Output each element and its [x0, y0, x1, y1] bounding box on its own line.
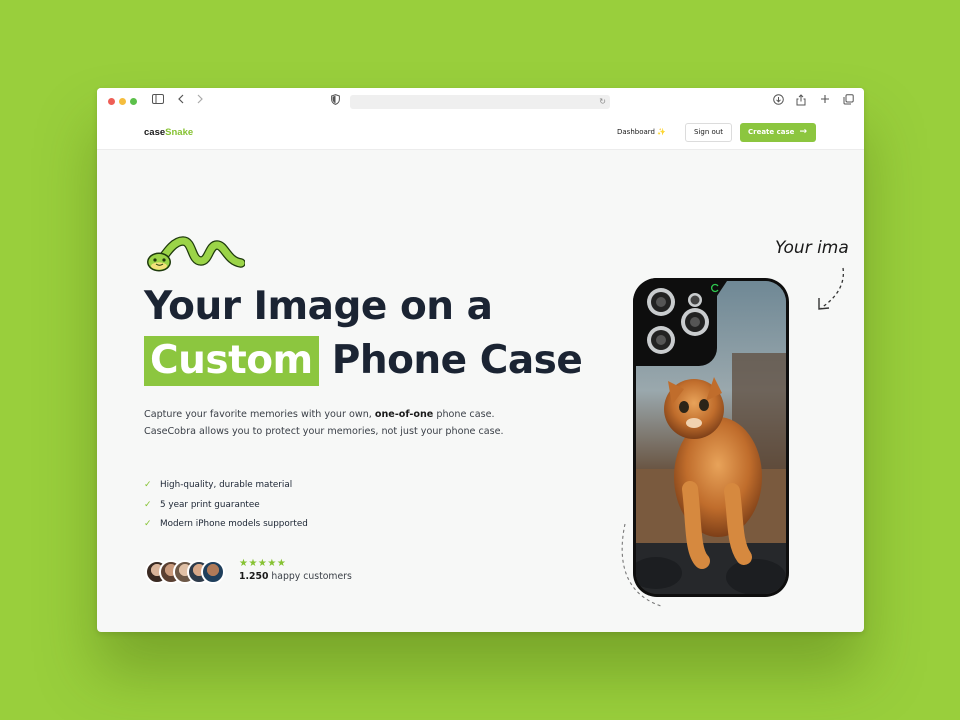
phone-case-preview	[633, 278, 789, 597]
customers-count: 1.250	[239, 571, 269, 582]
ring-indicator-icon	[710, 283, 719, 293]
dashboard-link[interactable]: Dashboard ✨	[617, 128, 666, 136]
minimize-window-button[interactable]	[119, 98, 126, 105]
brand-logo[interactable]: caseSnake	[144, 127, 193, 138]
close-window-button[interactable]	[108, 98, 115, 105]
headline-line2: Phone Case	[318, 338, 583, 383]
create-case-label: Create case	[748, 128, 795, 136]
rating-stars: ★★★★★	[239, 558, 286, 569]
share-icon[interactable]	[794, 94, 808, 108]
avatar	[201, 560, 225, 584]
maximize-window-button[interactable]	[130, 98, 137, 105]
shield-icon[interactable]	[328, 94, 342, 108]
curved-arrow-icon	[818, 267, 845, 310]
feature-item: ✓ 5 year print guarantee	[144, 496, 308, 516]
hero-description: Capture your favorite memories with your…	[144, 406, 544, 440]
tab-overview-icon[interactable]	[841, 94, 855, 108]
brand-name-part2: Snake	[165, 127, 194, 138]
brand-name-part1: case	[144, 127, 166, 138]
check-icon: ✓	[144, 499, 152, 510]
customers-label: happy customers	[268, 571, 352, 582]
hero-headline: Your Image on a Custom Phone Case	[144, 280, 583, 388]
headline-highlight: Custom	[144, 336, 319, 386]
sidebar-toggle-icon[interactable]	[151, 94, 165, 108]
feature-item: ✓ Modern iPhone models supported	[144, 515, 308, 535]
feature-label: High-quality, durable material	[160, 480, 293, 490]
download-icon[interactable]	[771, 94, 785, 108]
check-icon: ✓	[144, 480, 152, 490]
description-bold: one-of-one	[374, 409, 434, 420]
feature-label: 5 year print guarantee	[160, 499, 260, 510]
check-icon: ✓	[144, 519, 152, 529]
address-bar[interactable]: ↻	[350, 95, 610, 109]
browser-toolbar: ↻	[97, 88, 864, 116]
arrow-right-icon: →	[799, 127, 807, 137]
customer-avatars	[145, 560, 231, 586]
handwritten-annotation: Your ima	[775, 238, 849, 258]
new-tab-icon[interactable]	[818, 94, 832, 108]
refresh-icon[interactable]: ↻	[599, 96, 606, 108]
forward-icon[interactable]	[193, 94, 207, 108]
headline-line1: Your Image on a	[144, 284, 493, 329]
feature-list: ✓ High-quality, durable material ✓ 5 yea…	[144, 476, 308, 535]
create-case-button[interactable]: Create case →	[740, 123, 816, 142]
back-icon[interactable]	[174, 94, 188, 108]
star-icon: ★★★★★	[239, 558, 287, 569]
feature-label: Modern iPhone models supported	[160, 519, 308, 529]
snake-mascot-icon	[147, 236, 245, 272]
sign-out-button[interactable]: Sign out	[685, 123, 732, 142]
browser-window: ↻ caseSnake Dashboard ✨ Sign out Create …	[97, 88, 864, 632]
happy-customers: 1.250 happy customers	[239, 571, 352, 582]
description-part1: Capture your favorite memories with your…	[144, 409, 375, 420]
site-navbar: caseSnake Dashboard ✨ Sign out Create ca…	[97, 116, 864, 150]
feature-item: ✓ High-quality, durable material	[144, 476, 308, 496]
